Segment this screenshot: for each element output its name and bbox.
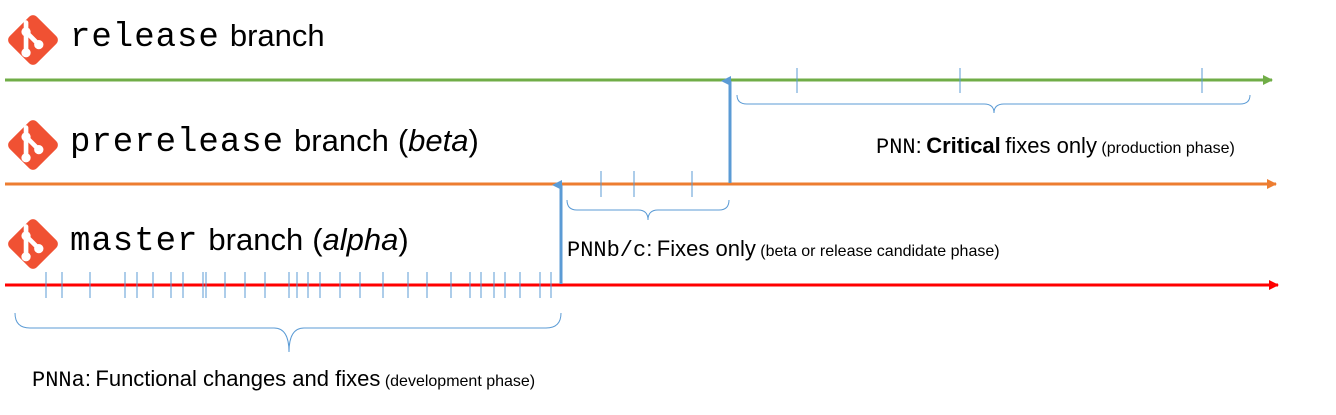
git-logo-icon: [8, 120, 58, 170]
prerelease-branch-word: branch: [294, 123, 389, 158]
master-branch-word: branch: [208, 222, 304, 257]
prerelease-branch-stage: (beta): [397, 123, 479, 158]
prerelease-phase-brace: [566, 199, 730, 221]
release-phase-note: (production phase): [1101, 140, 1235, 157]
prerelease-version-code: PNNb/c: [567, 238, 647, 263]
prerelease-phase-label: PNNb/c: Fixes only (beta or release cand…: [567, 236, 1000, 263]
release-branch-word: branch: [229, 18, 325, 53]
git-logo-icon: [8, 15, 58, 65]
prerelease-branch-title: prerelease branch (beta): [70, 123, 479, 162]
master-phase-note: (development phase): [384, 373, 536, 390]
release-version-code: PNN: [876, 135, 916, 160]
prerelease-branch-name: prerelease: [70, 124, 285, 162]
release-phase-brace: [736, 94, 1251, 114]
master-phase-brace: [14, 312, 562, 353]
release-branch-title: release branch: [70, 18, 325, 57]
master-branch-title: master branch (alpha): [70, 222, 409, 261]
master-branch-stage: (alpha): [312, 222, 409, 257]
master-phase-label: PNNa: Functional changes and fixes (deve…: [32, 366, 536, 393]
master-version-code: PNNa: [32, 368, 85, 393]
master-branch-name: master: [70, 223, 199, 261]
release-phase-emphasis: Critical: [926, 133, 1001, 158]
prerelease-phase-note: (beta or release candidate phase): [760, 243, 1000, 260]
branch-diagram: [5, 68, 1279, 353]
git-logo-icon: [8, 219, 58, 269]
release-phase-label: PNN: Critical fixes only (production pha…: [876, 133, 1235, 160]
release-branch-name: release: [70, 19, 220, 57]
